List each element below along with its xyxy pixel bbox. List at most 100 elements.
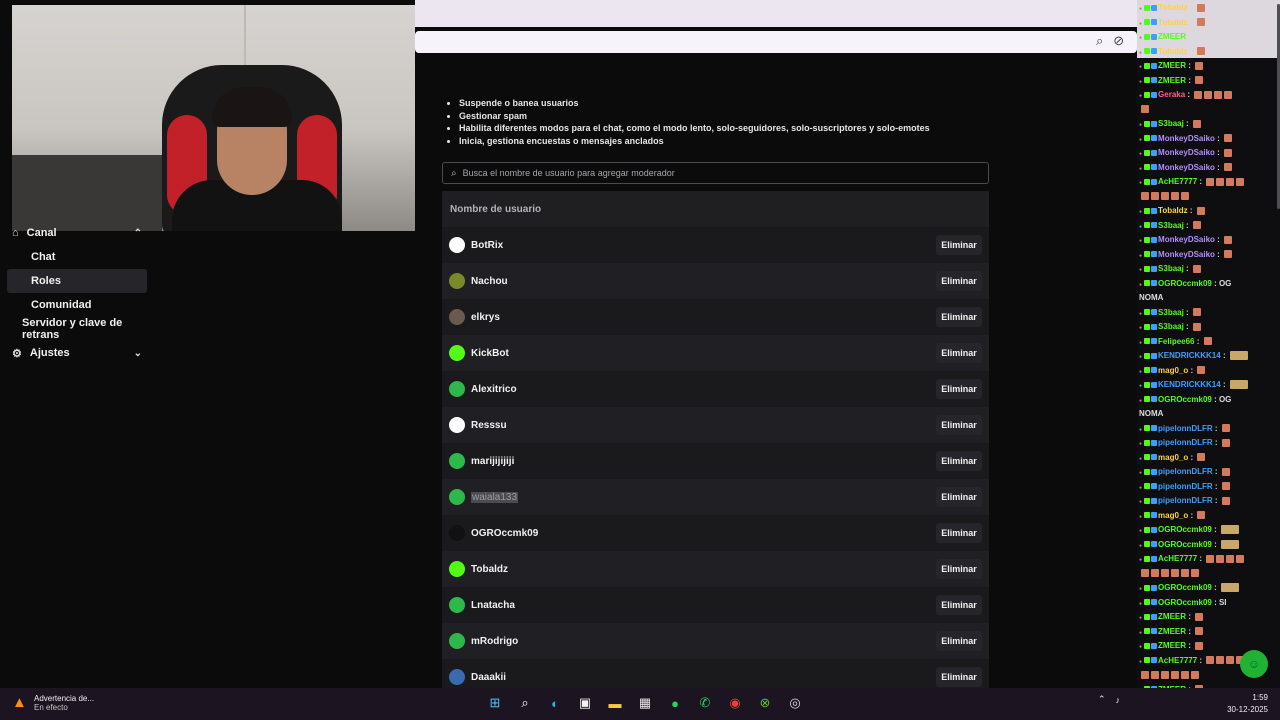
username[interactable]: Tobaldz	[471, 564, 508, 575]
chat-username[interactable]: MonkeyDSaiko	[1158, 163, 1215, 172]
remove-button[interactable]: Eliminar	[936, 451, 982, 471]
chat-username[interactable]: MonkeyDSaiko	[1158, 235, 1215, 244]
search-input[interactable]	[462, 168, 963, 178]
clock[interactable]: 1:59 30-12-2025	[1224, 692, 1268, 716]
app-icon[interactable]: ▦	[634, 692, 656, 714]
remove-button[interactable]: Eliminar	[936, 523, 982, 543]
chat-emote-button[interactable]: ☺	[1240, 650, 1268, 678]
chat-username[interactable]: OGROccmk09	[1158, 540, 1212, 549]
chat-username[interactable]: S3baaj	[1158, 322, 1184, 331]
chat-username[interactable]: ZMEER	[1158, 641, 1186, 650]
chat-username[interactable]: Tobaldz	[1158, 3, 1188, 12]
chat-username[interactable]: Geraka	[1158, 90, 1185, 99]
search-icon[interactable]: ⌕	[514, 692, 536, 714]
sidebar-item-comunidad[interactable]: Comunidad	[7, 293, 147, 317]
sidebar-item-roles[interactable]: Roles	[7, 269, 147, 293]
chat-username[interactable]: pipelonnDLFR	[1158, 467, 1213, 476]
username[interactable]: OGROccmk09	[471, 528, 538, 539]
sidebar-item-canal[interactable]: ⌂ Canal ⌃	[12, 221, 146, 245]
chat-username[interactable]: pipelonnDLFR	[1158, 496, 1213, 505]
chat-username[interactable]: ZMEER	[1158, 627, 1186, 636]
remove-button[interactable]: Eliminar	[936, 559, 982, 579]
chat-username[interactable]: mag0_o	[1158, 511, 1188, 520]
chat-username[interactable]: OGROccmk09	[1158, 395, 1212, 404]
chat-username[interactable]: AcHE7777	[1158, 656, 1197, 665]
chat-message: ● OGROccmk09 : OG	[1139, 278, 1278, 291]
chat-username[interactable]: ZMEER	[1158, 61, 1186, 70]
username[interactable]: Resssu	[471, 420, 507, 431]
chat-username[interactable]: OGROccmk09	[1158, 525, 1212, 534]
microphone-icon[interactable]: ♪	[1116, 695, 1121, 705]
remove-button[interactable]: Eliminar	[936, 487, 982, 507]
remove-button[interactable]: Eliminar	[936, 379, 982, 399]
chat-username[interactable]: MonkeyDSaiko	[1158, 134, 1215, 143]
chat-username[interactable]: Felipee66	[1158, 337, 1194, 346]
chat-username[interactable]: AcHE7777	[1158, 177, 1197, 186]
username[interactable]: marijijijiji	[471, 456, 514, 467]
obs-icon[interactable]: ◎	[784, 692, 806, 714]
notification-alert[interactable]: ▲ Advertencia de... En efecto	[12, 694, 94, 712]
chat-username[interactable]: OGROccmk09	[1158, 279, 1212, 288]
moderator-search[interactable]: ⌕	[442, 162, 989, 184]
username[interactable]: elkrys	[471, 312, 500, 323]
username[interactable]: BotRix	[471, 240, 503, 251]
remove-button[interactable]: Eliminar	[936, 595, 982, 615]
eye-off-icon[interactable]: ⊘	[1113, 33, 1124, 49]
remove-button[interactable]: Eliminar	[936, 415, 982, 435]
timestamp-dot: ●	[1139, 557, 1143, 563]
chat-username[interactable]: S3baaj	[1158, 308, 1184, 317]
chat-username[interactable]: AcHE7777	[1158, 554, 1197, 563]
zoom-icon[interactable]: ⌕	[1096, 33, 1103, 49]
store-icon[interactable]: ▣	[574, 692, 596, 714]
chat-username[interactable]: KENDRICKKK14	[1158, 351, 1221, 360]
chrome-icon[interactable]: ◉	[724, 692, 746, 714]
emote-icon	[1214, 90, 1223, 99]
chat-username[interactable]: S3baaj	[1158, 264, 1184, 273]
chat-username[interactable]: pipelonnDLFR	[1158, 482, 1213, 491]
chat-username[interactable]: ZMEER	[1158, 32, 1186, 41]
username[interactable]: Lnatacha	[471, 600, 515, 611]
edge-icon[interactable]: ◐	[544, 692, 566, 714]
chat-username[interactable]: Tobaldz	[1158, 206, 1188, 215]
start-icon[interactable]: ⊞	[484, 692, 506, 714]
xbox-icon[interactable]: ⊗	[754, 692, 776, 714]
chat-username[interactable]: ZMEER	[1158, 612, 1186, 621]
chat-username[interactable]: Tobaldz	[1158, 18, 1188, 27]
username[interactable]: waiala133	[471, 491, 519, 503]
username[interactable]: Daaakii	[471, 672, 506, 683]
chat-username[interactable]: MonkeyDSaiko	[1158, 250, 1215, 259]
username[interactable]: Alexitrico	[471, 384, 517, 395]
chat-username[interactable]: mag0_o	[1158, 366, 1188, 375]
spotify-icon[interactable]: ●	[664, 692, 686, 714]
chat-username[interactable]: mag0_o	[1158, 453, 1188, 462]
chat-username[interactable]: Tobaldz	[1158, 47, 1188, 56]
chat-username[interactable]: OGROccmk09	[1158, 583, 1212, 592]
remove-button[interactable]: Eliminar	[936, 343, 982, 363]
sidebar-item-ajustes[interactable]: ⚙ Ajustes ⌄	[12, 341, 146, 365]
username[interactable]: mRodrigo	[471, 636, 518, 647]
chat-username[interactable]: S3baaj	[1158, 119, 1184, 128]
chat-username[interactable]: ZMEER	[1158, 76, 1186, 85]
remove-button[interactable]: Eliminar	[936, 667, 982, 687]
chat-username[interactable]: pipelonnDLFR	[1158, 424, 1213, 433]
remove-button[interactable]: Eliminar	[936, 235, 982, 255]
emote-icon	[1196, 47, 1205, 56]
address-bar[interactable]	[415, 31, 1137, 53]
emote-icon	[1226, 177, 1235, 186]
remove-button[interactable]: Eliminar	[936, 307, 982, 327]
username[interactable]: KickBot	[471, 348, 509, 359]
sidebar-item-servidor[interactable]: Servidor y clave de retrans	[0, 317, 155, 341]
remove-button[interactable]: Eliminar	[936, 631, 982, 651]
chat-username[interactable]: MonkeyDSaiko	[1158, 148, 1215, 157]
emote-icon	[1192, 308, 1201, 317]
chat-username[interactable]: OGROccmk09	[1158, 598, 1212, 607]
chat-username[interactable]: pipelonnDLFR	[1158, 438, 1213, 447]
username[interactable]: Nachou	[471, 276, 508, 287]
remove-button[interactable]: Eliminar	[936, 271, 982, 291]
chevron-up-icon[interactable]: ⌃	[1098, 694, 1106, 705]
chat-username[interactable]: S3baaj	[1158, 221, 1184, 230]
whatsapp-icon[interactable]: ✆	[694, 692, 716, 714]
explorer-icon[interactable]: ▬	[604, 692, 626, 714]
chat-username[interactable]: KENDRICKKK14	[1158, 380, 1221, 389]
sidebar-item-chat[interactable]: Chat	[7, 245, 147, 269]
